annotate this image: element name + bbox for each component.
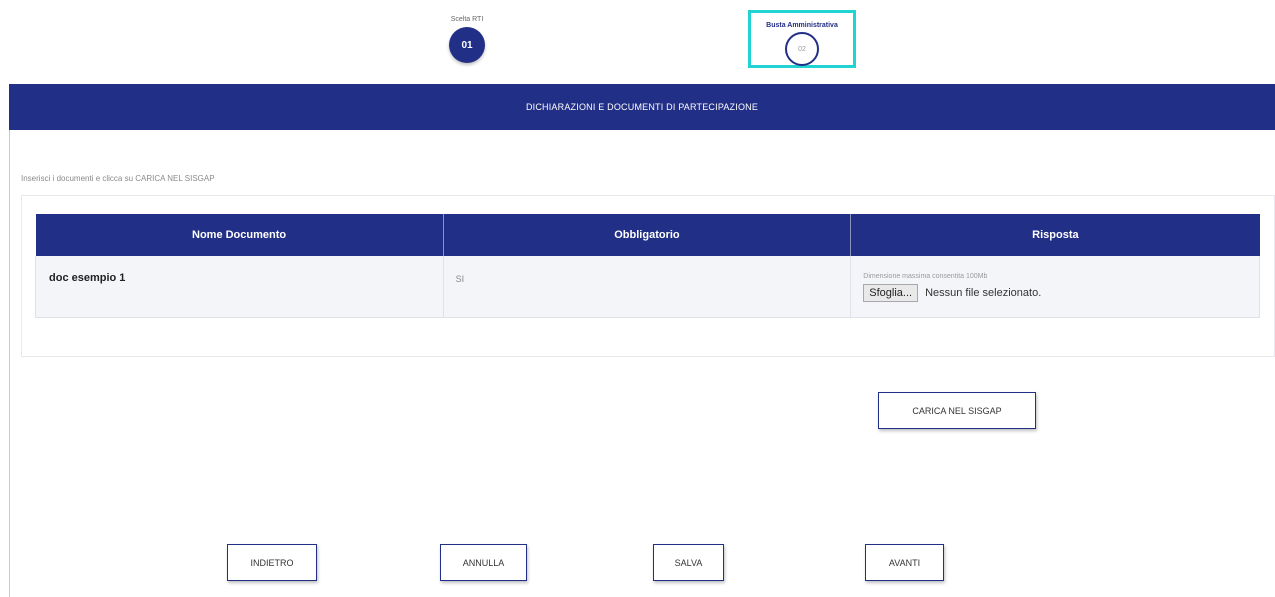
column-header-risposta: Risposta [850, 214, 1260, 256]
document-name: doc esempio 1 [49, 272, 126, 284]
step-scelta-rti[interactable]: Scelta RTI 01 [440, 16, 494, 63]
step-number-badge: 01 [449, 27, 485, 63]
document-name-cell: doc esempio 1 [35, 256, 444, 318]
column-header-obbligatorio: Obbligatorio [443, 214, 852, 256]
instruction-text: Inserisci i documenti e clicca su CARICA… [21, 174, 215, 183]
save-button[interactable]: SALVA [653, 544, 724, 581]
table-header-row: Nome Documento Obbligatorio Risposta [35, 214, 1260, 256]
section-title: DICHIARAZIONI E DOCUMENTI DI PARTECIPAZI… [525, 102, 759, 112]
content-frame-border [9, 84, 10, 597]
section-header: DICHIARAZIONI E DOCUMENTI DI PARTECIPAZI… [9, 84, 1275, 130]
next-button[interactable]: AVANTI [865, 544, 944, 581]
back-button[interactable]: INDIETRO [227, 544, 317, 581]
step-busta-amministrativa[interactable]: Busta Amministrativa 02 [748, 10, 856, 68]
table-row: doc esempio 1 SI Dimensione massima cons… [35, 256, 1260, 318]
file-status-text: Nessun file selezionato. [925, 287, 1042, 299]
response-cell: Dimensione massima consentita 100Mb Sfog… [850, 256, 1260, 318]
mandatory-value: SI [455, 274, 465, 284]
step-label: Busta Amministrativa [766, 22, 838, 29]
column-header-nome-documento: Nome Documento [35, 214, 444, 256]
step-number-badge: 02 [785, 32, 819, 66]
browse-file-button[interactable]: Sfoglia... [863, 284, 919, 302]
mandatory-cell: SI [443, 256, 852, 318]
step-label: Scelta RTI [450, 16, 484, 23]
max-size-note: Dimensione massima consentita 100Mb [863, 273, 988, 280]
upload-to-sisgap-button[interactable]: CARICA NEL SISGAP [878, 392, 1036, 429]
file-upload-control: Dimensione massima consentita 100Mb Sfog… [851, 256, 1259, 302]
cancel-button[interactable]: ANNULLA [440, 544, 527, 581]
file-input[interactable]: Sfoglia... Nessun file selezionato. [863, 284, 1259, 302]
documents-table: Nome Documento Obbligatorio Risposta doc… [35, 214, 1260, 318]
